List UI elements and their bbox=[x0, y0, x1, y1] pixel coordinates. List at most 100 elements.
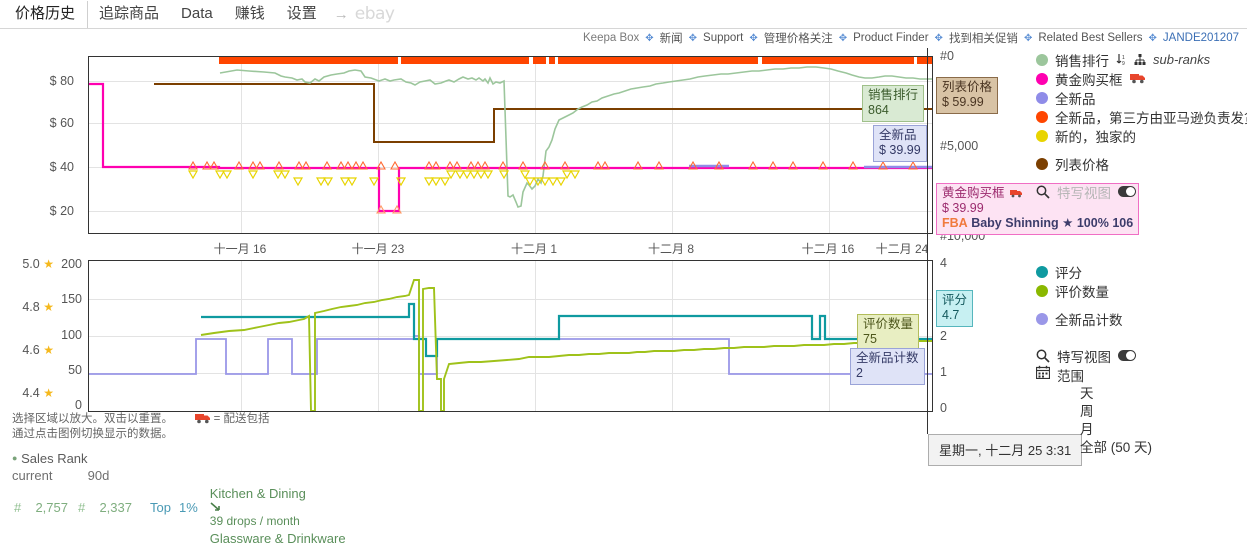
sub-ranks-tree-icon bbox=[1134, 54, 1146, 65]
new-color-icon bbox=[1036, 92, 1048, 104]
legend-label-list-price: 列表价格 bbox=[1055, 154, 1109, 174]
rating-color-icon bbox=[1036, 266, 1048, 278]
tab-make-money[interactable]: 赚钱 bbox=[224, 1, 276, 28]
tab-bar: 价格历史 追踪商品 Data 赚钱 设置 → ebay bbox=[0, 0, 1247, 29]
buybox-price-series bbox=[89, 84, 932, 211]
tab-data[interactable]: Data bbox=[170, 1, 224, 28]
sales-rank-series bbox=[220, 67, 932, 207]
ebay-logo[interactable]: ebay bbox=[355, 4, 395, 24]
y-tick-rank-5000: #5,000 bbox=[940, 139, 978, 153]
col-header-90d: 90d bbox=[88, 468, 110, 483]
x-tick-4: 十二月 16 bbox=[802, 240, 855, 257]
y-tick-price-80: $ 80 bbox=[0, 74, 74, 88]
sales-rank-bullet-icon: ● bbox=[12, 453, 17, 463]
y-tick-count-150: 150 bbox=[52, 292, 82, 306]
table-row[interactable]: # 2,757 # 2,337 Top 1% Kitchen & Dining … bbox=[12, 485, 350, 530]
tab-tracked-products[interactable]: 追踪商品 bbox=[88, 1, 170, 28]
legend-label-rating: 评分 bbox=[1055, 262, 1082, 282]
legend-item-new-exclusive[interactable]: 新的，独家的 bbox=[1036, 126, 1247, 145]
zoom-hint-line: 选择区域以放大。双击以重置。 = 配送包括 bbox=[12, 412, 652, 427]
list-price-flag: 列表价格 $ 59.99 bbox=[936, 77, 998, 114]
svg-text:9: 9 bbox=[1122, 61, 1125, 66]
shipping-truck-icon bbox=[195, 413, 210, 423]
rank-90d-0: 2,337 bbox=[92, 485, 140, 530]
nav-keepa-box[interactable]: Keepa Box bbox=[579, 32, 643, 44]
nav-account-username[interactable]: JANDE201207 bbox=[1159, 32, 1243, 44]
new-exclusive-markers bbox=[189, 171, 579, 185]
legend-item-sales-rank[interactable]: 销售排行 19 sub-ranks bbox=[1036, 50, 1247, 69]
list-price-color-icon bbox=[1036, 158, 1048, 170]
legend-item-new[interactable]: 全新品 bbox=[1036, 88, 1247, 107]
closeup-view-toggle-top[interactable]: 特写视图 bbox=[1036, 182, 1247, 201]
y-tick-newcount-1: 1 bbox=[940, 365, 947, 379]
price-rank-plot[interactable] bbox=[88, 56, 933, 234]
rank-current-1: 155 bbox=[28, 530, 76, 545]
nav-separator-icon: ✥ bbox=[747, 33, 759, 44]
nav-related-best-sellers[interactable]: Related Best Sellers bbox=[1034, 32, 1146, 44]
new-price-flag: 全新品 $ 39.99 bbox=[873, 125, 927, 162]
range-label: 范围 bbox=[1057, 365, 1084, 385]
rank-category-1[interactable]: Glassware & Drinkware 3 bbox=[210, 530, 350, 545]
closeup-view-toggle-bottom[interactable]: 特写视图 bbox=[1036, 346, 1247, 365]
new-offer-count-color-icon bbox=[1036, 313, 1048, 325]
closeup-toggle-switch-bottom[interactable] bbox=[1118, 350, 1136, 361]
tab-price-history[interactable]: 价格历史 bbox=[4, 1, 88, 28]
legend-label-buybox: 黄金购买框 bbox=[1055, 69, 1123, 89]
tab-list: 价格历史 追踪商品 Data 赚钱 设置 → ebay bbox=[0, 0, 1247, 28]
cursor-crosshair bbox=[927, 48, 928, 434]
y-tick-rank-0: #0 bbox=[940, 49, 954, 63]
table-row[interactable]: # 155 # 202 Top 1% Glassware & Drinkware… bbox=[12, 530, 350, 545]
nav-separator-icon: ✥ bbox=[837, 33, 849, 44]
x-tick-2: 十二月 1 bbox=[511, 240, 557, 257]
legend-label-sub-ranks[interactable]: sub-ranks bbox=[1153, 52, 1210, 67]
nav-news[interactable]: 新闻 bbox=[656, 30, 687, 46]
range-options: 天 周 月 全部 (50 天) bbox=[1080, 385, 1247, 457]
y-tick-price-40: $ 40 bbox=[0, 160, 74, 174]
search-icon bbox=[1036, 349, 1050, 363]
range-option-all[interactable]: 全部 (50 天) bbox=[1080, 439, 1247, 457]
legend-label-sales-rank: 销售排行 bbox=[1055, 50, 1109, 70]
new-count-flag: 全新品计数 2 bbox=[850, 348, 925, 385]
legend-rating-reviews: 评分 评价数量 全新品计数 特写视图 范围 天 周 bbox=[1036, 262, 1247, 457]
legend-item-buybox[interactable]: 黄金购买框 bbox=[1036, 69, 1247, 88]
legend-item-review-count[interactable]: 评价数量 bbox=[1036, 281, 1247, 300]
legend-item-list-price[interactable]: 列表价格 bbox=[1036, 154, 1247, 173]
nav-support[interactable]: Support bbox=[699, 32, 747, 44]
rank-top-1: Top bbox=[140, 530, 179, 545]
legend-item-new-fba[interactable]: 全新品，第三方由亚马逊负责发货 bbox=[1036, 107, 1247, 126]
rank-sort-icon: 19 bbox=[1116, 53, 1127, 66]
arrow-icon: → bbox=[328, 6, 355, 23]
nav-separator-icon: ✥ bbox=[933, 33, 945, 44]
list-price-series bbox=[154, 84, 932, 142]
nav-product-finder[interactable]: Product Finder bbox=[849, 32, 932, 44]
legend-label-new-exclusive: 新的，独家的 bbox=[1055, 126, 1136, 146]
rank-pct-1: 1% bbox=[179, 530, 210, 545]
x-tick-3: 十二月 8 bbox=[648, 240, 694, 257]
tab-settings[interactable]: 设置 bbox=[276, 1, 328, 28]
rank-category-0[interactable]: Kitchen & Dining 39 drops / month bbox=[210, 485, 350, 530]
range-option-day[interactable]: 天 bbox=[1080, 385, 1247, 403]
closeup-toggle-switch-top[interactable] bbox=[1118, 186, 1136, 197]
fba-availability-band bbox=[219, 57, 932, 64]
nav-manage-price-watches[interactable]: 管理价格关注 bbox=[760, 30, 837, 46]
rating-flag: 评分 4.7 bbox=[936, 290, 973, 327]
buybox-color-icon bbox=[1036, 73, 1048, 85]
sales-rank-flag: 销售排行 864 bbox=[862, 85, 924, 122]
sales-rank-color-icon bbox=[1036, 54, 1048, 66]
nav-find-deals[interactable]: 找到相关促销 bbox=[945, 30, 1022, 46]
range-option-month[interactable]: 月 bbox=[1080, 421, 1247, 439]
y-tick-count-0: 0 bbox=[52, 398, 82, 412]
new-exclusive-color-icon bbox=[1036, 130, 1048, 142]
new-offer-count-series bbox=[89, 336, 932, 374]
rating-review-plot[interactable] bbox=[88, 260, 933, 412]
hash-icon: # bbox=[76, 530, 92, 545]
col-header-current: current bbox=[12, 467, 84, 484]
review-count-color-icon bbox=[1036, 285, 1048, 297]
legend-item-rating[interactable]: 评分 bbox=[1036, 262, 1247, 281]
top-nav: Keepa Box ✥ 新闻 ✥ Support ✥ 管理价格关注 ✥ Prod… bbox=[579, 29, 1243, 47]
range-option-week[interactable]: 周 bbox=[1080, 403, 1247, 421]
shipping-truck-icon bbox=[1130, 73, 1146, 84]
sales-rank-table: # 2,757 # 2,337 Top 1% Kitchen & Dining … bbox=[12, 485, 350, 545]
legend-item-new-offer-count[interactable]: 全新品计数 bbox=[1036, 309, 1247, 328]
legend-price-rank: 销售排行 19 sub-ranks 黄金购买框 全新品 bbox=[1036, 50, 1247, 201]
